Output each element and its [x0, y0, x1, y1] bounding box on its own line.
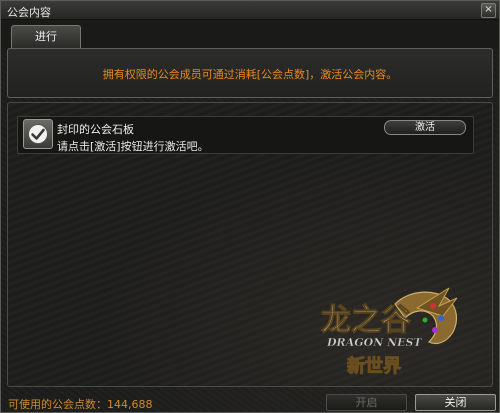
- emblem-gem-1: [430, 303, 436, 309]
- activate-button[interactable]: 激活: [384, 120, 466, 135]
- dragon-nest-logo: 龙之谷 DRAGON NEST 新世界: [321, 287, 458, 378]
- title-bar[interactable]: 公会内容 ×: [1, 1, 499, 20]
- guild-points-label: 可使用的公会点数：: [8, 398, 107, 411]
- window-close-button[interactable]: ×: [481, 3, 496, 18]
- checkmark-icon: [23, 119, 53, 149]
- logo-tagline: 新世界: [347, 355, 401, 377]
- close-icon: ×: [484, 4, 493, 15]
- tab-in-progress[interactable]: 进行: [11, 25, 81, 48]
- guild-points-value: 144,688: [107, 398, 153, 411]
- guild-content-window: 公会内容 × 进行 拥有权限的公会成员可通过消耗[公会点数]，激活公会内容。 封…: [0, 0, 500, 413]
- info-text: 拥有权限的公会成员可通过消耗[公会点数]，激活公会内容。: [102, 68, 398, 81]
- info-panel: 拥有权限的公会成员可通过消耗[公会点数]，激活公会内容。: [7, 48, 493, 98]
- item-name: 封印的公会石板: [57, 123, 134, 136]
- logo-title: 龙之谷: [321, 303, 411, 338]
- emblem-gem-4: [422, 317, 428, 323]
- open-button[interactable]: 开启: [326, 394, 407, 411]
- emblem-gem-3: [432, 327, 438, 333]
- emblem-gem-2: [438, 315, 444, 321]
- window-title: 公会内容: [7, 6, 51, 19]
- logo-subtitle: DRAGON NEST: [326, 336, 422, 349]
- close-button[interactable]: 关闭: [415, 394, 496, 411]
- item-description: 请点击[激活]按钮进行激活吧。: [57, 140, 209, 153]
- guild-points-display: 可使用的公会点数：144,688: [8, 396, 153, 412]
